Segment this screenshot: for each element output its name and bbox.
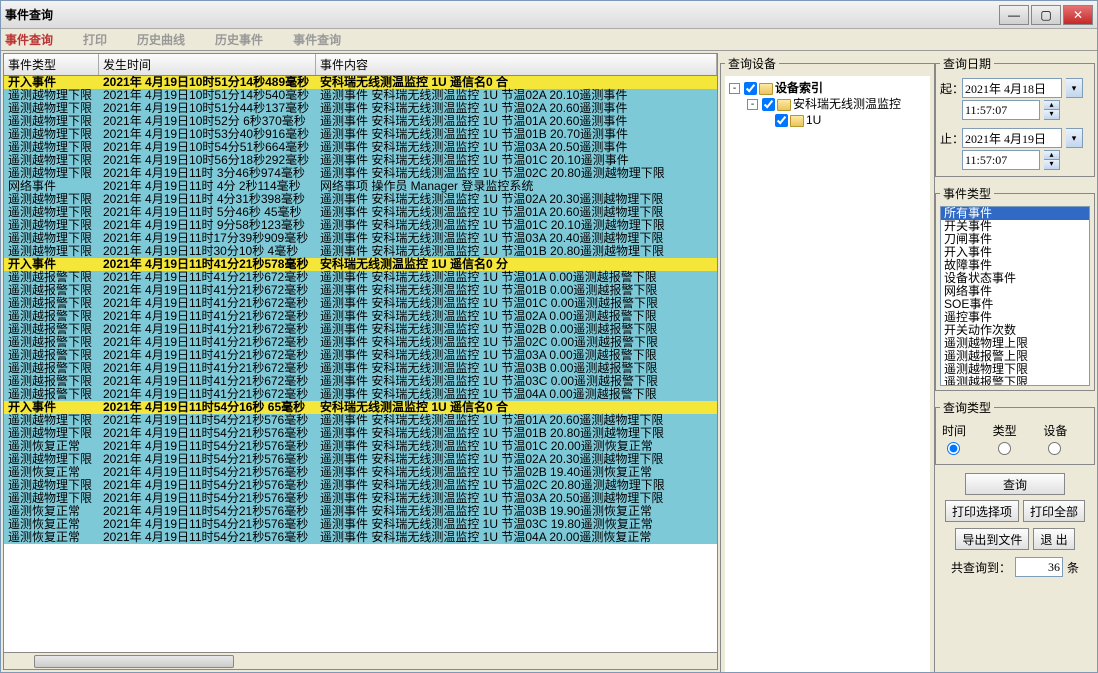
event-type-panel: 事件类型 所有事件开关事件刀闸事件开入事件故障事件设备状态事件网络事件SOE事件… bbox=[935, 185, 1095, 391]
radio-device[interactable]: 设备 bbox=[1043, 422, 1088, 458]
tree-root-label: 设备索引 bbox=[775, 81, 823, 95]
query-type-panel: 查询类型 时间 类型 设备 bbox=[935, 399, 1095, 465]
tabbar: 事件查询 打印 历史曲线 历史事件 事件查询 bbox=[1, 29, 1097, 51]
radio-time[interactable]: 时间 bbox=[942, 422, 987, 458]
expand-icon[interactable]: - bbox=[747, 99, 758, 110]
folder-icon bbox=[777, 99, 791, 111]
total-count bbox=[1015, 557, 1063, 577]
event-type-item[interactable]: 遥测越报警下限 bbox=[941, 376, 1089, 386]
grid-header: 事件类型 发生时间 事件内容 bbox=[4, 54, 717, 76]
col-content[interactable]: 事件内容 bbox=[316, 54, 717, 75]
horizontal-scrollbar[interactable] bbox=[4, 652, 717, 669]
export-button[interactable]: 导出到文件 bbox=[955, 528, 1029, 550]
spinner-icon[interactable]: ▴▾ bbox=[1044, 100, 1060, 120]
device-tree[interactable]: - 设备索引 - 安科瑞无线测温监控 1U bbox=[725, 76, 930, 672]
from-date-input[interactable] bbox=[962, 78, 1062, 98]
window-title: 事件查询 bbox=[5, 6, 53, 23]
event-grid: 事件类型 发生时间 事件内容 开入事件2021年 4月19日10时51分14秒4… bbox=[3, 53, 718, 670]
minimize-button[interactable]: — bbox=[999, 5, 1029, 25]
event-type-legend: 事件类型 bbox=[940, 185, 994, 202]
from-time-input[interactable] bbox=[962, 100, 1040, 120]
tab-hist-curve[interactable]: 历史曲线 bbox=[137, 31, 185, 48]
close-button[interactable]: ✕ bbox=[1063, 5, 1093, 25]
tab-event-query[interactable]: 事件查询 bbox=[293, 31, 341, 48]
titlebar: 事件查询 — ▢ ✕ bbox=[1, 1, 1097, 29]
print-selection-button[interactable]: 打印选择项 bbox=[945, 500, 1019, 522]
device-tree-panel: 查询设备 - 设备索引 - 安科瑞无线测温监控 1U bbox=[720, 55, 935, 672]
table-row[interactable]: 遥测恢复正常2021年 4月19日11时54分21秒576毫秒遥测事件 安科瑞无… bbox=[4, 531, 717, 544]
query-button[interactable]: 查询 bbox=[965, 473, 1065, 495]
tree-leaf-checkbox[interactable] bbox=[775, 114, 788, 127]
to-label: 止： bbox=[940, 130, 958, 147]
to-date-input[interactable] bbox=[962, 128, 1062, 148]
total-label: 共查询到： bbox=[951, 559, 1011, 576]
maximize-button[interactable]: ▢ bbox=[1031, 5, 1061, 25]
folder-icon bbox=[790, 115, 804, 127]
total-unit: 条 bbox=[1067, 559, 1079, 576]
query-type-legend: 查询类型 bbox=[940, 399, 994, 416]
spinner-icon[interactable]: ▴▾ bbox=[1044, 150, 1060, 170]
tree-leaf-label: 1U bbox=[806, 113, 821, 127]
tab-query[interactable]: 事件查询 bbox=[5, 31, 53, 48]
tree-root-checkbox[interactable] bbox=[744, 82, 757, 95]
date-range-panel: 查询日期 起： ▴▾ 止： ▴▾ bbox=[935, 55, 1095, 177]
folder-icon bbox=[759, 83, 773, 95]
device-tree-legend: 查询设备 bbox=[725, 55, 779, 72]
from-label: 起： bbox=[940, 80, 958, 97]
event-type-list[interactable]: 所有事件开关事件刀闸事件开入事件故障事件设备状态事件网络事件SOE事件遥控事件开… bbox=[940, 206, 1090, 386]
dropdown-icon[interactable] bbox=[1066, 78, 1083, 98]
print-all-button[interactable]: 打印全部 bbox=[1023, 500, 1085, 522]
tree-node-label: 安科瑞无线测温监控 bbox=[793, 97, 901, 111]
radio-type[interactable]: 类型 bbox=[993, 422, 1038, 458]
tree-node-checkbox[interactable] bbox=[762, 98, 775, 111]
scrollbar-thumb[interactable] bbox=[34, 655, 234, 668]
col-time[interactable]: 发生时间 bbox=[99, 54, 316, 75]
expand-icon[interactable]: - bbox=[729, 83, 740, 94]
tab-hist-event[interactable]: 历史事件 bbox=[215, 31, 263, 48]
exit-button[interactable]: 退 出 bbox=[1033, 528, 1074, 550]
dropdown-icon[interactable] bbox=[1066, 128, 1083, 148]
tab-print[interactable]: 打印 bbox=[83, 31, 107, 48]
grid-body[interactable]: 开入事件2021年 4月19日10时51分14秒489毫秒安科瑞无线测温监控 1… bbox=[4, 76, 717, 652]
col-event-type[interactable]: 事件类型 bbox=[4, 54, 99, 75]
to-time-input[interactable] bbox=[962, 150, 1040, 170]
date-legend: 查询日期 bbox=[940, 55, 994, 72]
